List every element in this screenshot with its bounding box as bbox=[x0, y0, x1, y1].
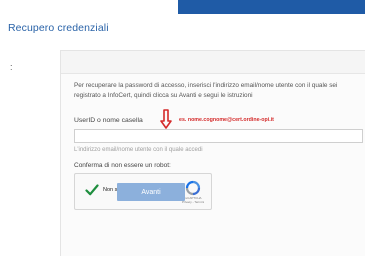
recovery-form-panel: Per recuperare la password di accesso, i… bbox=[60, 50, 365, 256]
next-button[interactable]: Avanti bbox=[117, 183, 185, 201]
userid-input[interactable] bbox=[74, 129, 363, 143]
userid-help-text: L'indirizzo email/nome utente con il qua… bbox=[74, 147, 203, 153]
down-arrow-icon bbox=[160, 109, 172, 129]
page-title: Recupero credenziali bbox=[8, 22, 109, 34]
checkmark-icon[interactable] bbox=[85, 183, 99, 197]
recaptcha-links: Privacy - Termini bbox=[181, 199, 205, 204]
robot-confirm-label: Conferma di non essere un robot: bbox=[74, 162, 171, 169]
instructions-text: Per recuperare la password di accesso, i… bbox=[74, 82, 338, 99]
top-banner bbox=[178, 0, 365, 14]
panel-header-band bbox=[61, 51, 365, 74]
recaptcha-logo-icon bbox=[185, 180, 201, 196]
userid-label: UserID o nome casella bbox=[74, 117, 143, 124]
example-hint: es. nome.cognome@cert.ordine-opi.it bbox=[179, 117, 274, 123]
side-marker: : bbox=[10, 62, 13, 72]
